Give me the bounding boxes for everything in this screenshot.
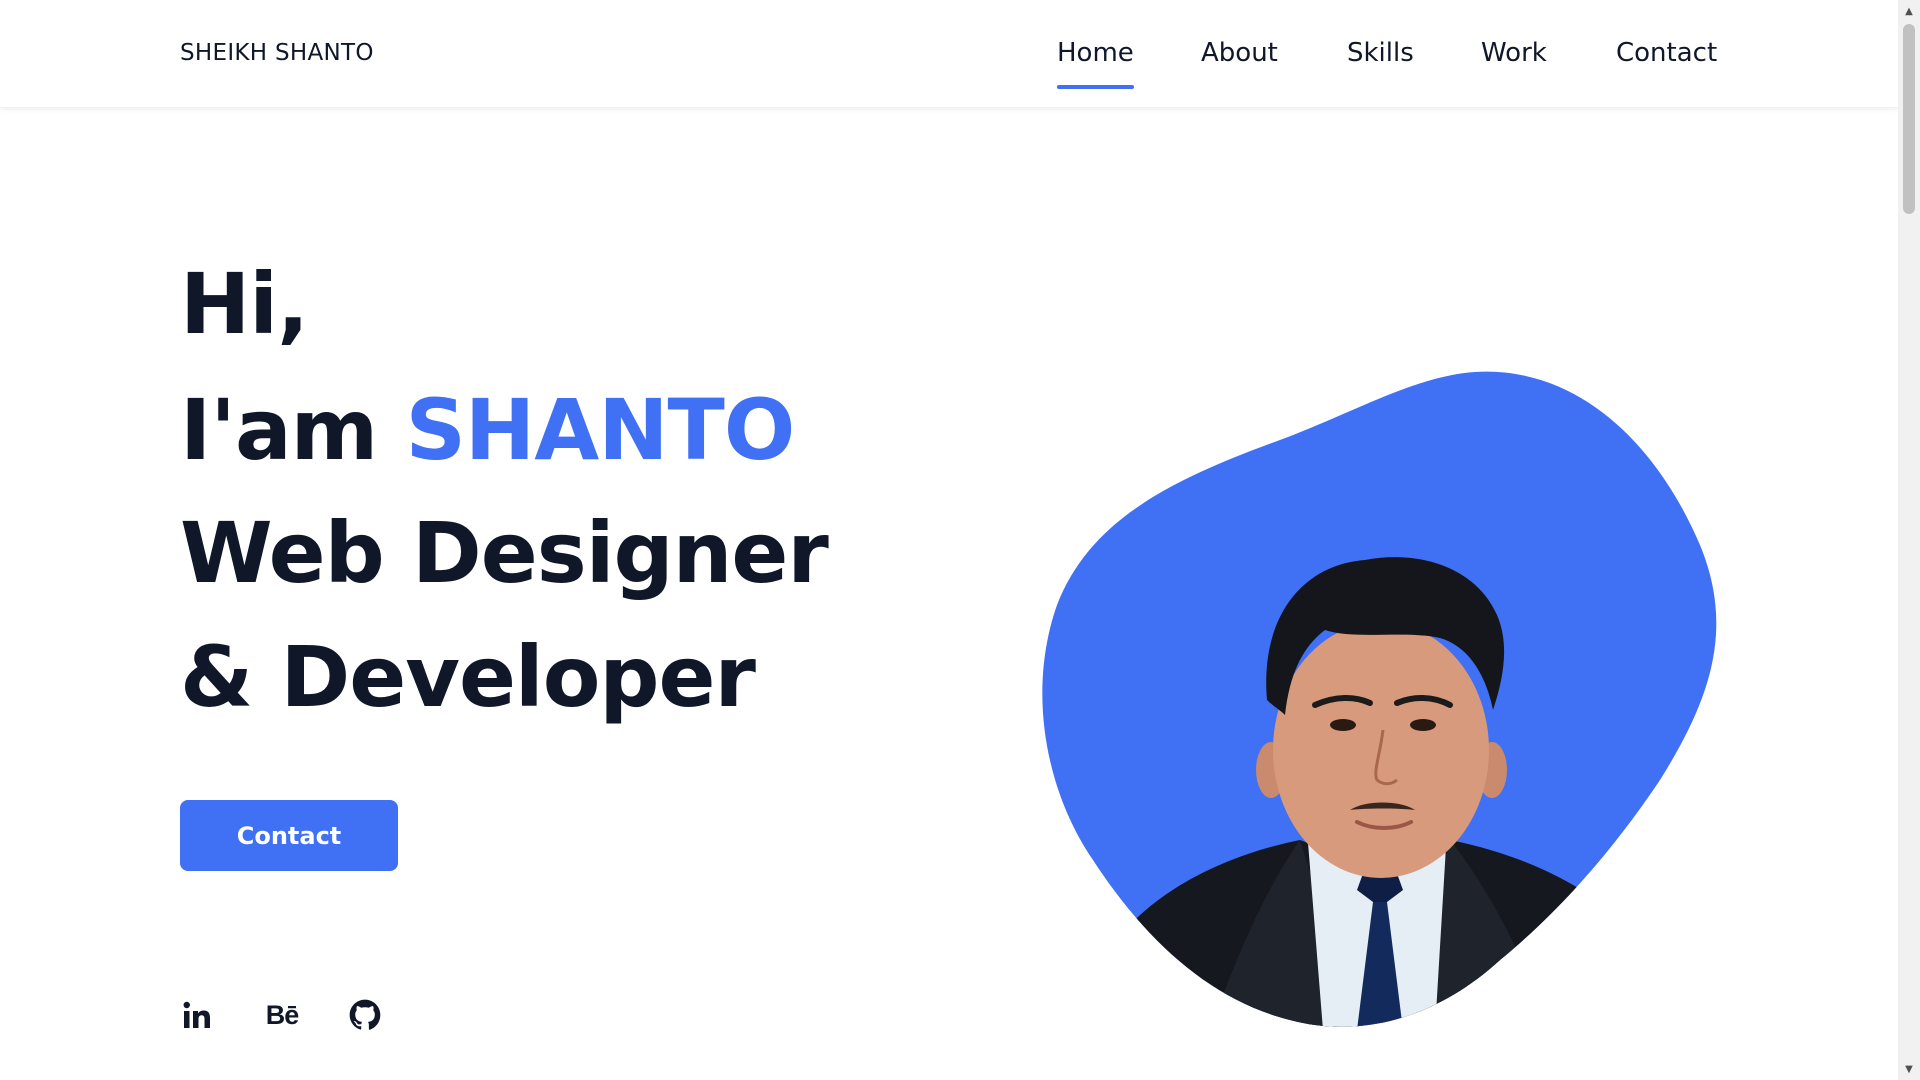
hero-intro: I'am SHANTO [180, 388, 795, 472]
nav-skills[interactable]: Skills [1347, 38, 1414, 68]
linkedin-icon[interactable] [180, 996, 214, 1034]
nav-contact[interactable]: Contact [1616, 38, 1717, 68]
hero-greeting: Hi, [180, 255, 309, 353]
hero-name: SHANTO [405, 381, 795, 479]
behance-icon[interactable]: Bē [262, 996, 302, 1034]
page-scrollbar[interactable]: ▲ ▼ [1898, 0, 1920, 1080]
github-icon[interactable] [348, 996, 382, 1034]
hero-role-2: & Developer [180, 628, 756, 726]
site-header: SHEIKH SHANTO Home About Skills Work Con… [0, 0, 1898, 108]
scroll-down-arrow-icon[interactable]: ▼ [1898, 1058, 1920, 1080]
behance-label: Bē [265, 999, 300, 1030]
nav-work[interactable]: Work [1481, 38, 1547, 68]
hero-intro-prefix: I'am [180, 381, 406, 479]
nav-about[interactable]: About [1201, 38, 1278, 68]
main-nav: Home About Skills Work Contact [0, 38, 1898, 89]
scroll-up-arrow-icon[interactable]: ▲ [1898, 0, 1920, 22]
contact-button[interactable]: Contact [180, 800, 398, 871]
scrollbar-thumb[interactable] [1903, 24, 1915, 214]
nav-home[interactable]: Home [1057, 38, 1134, 89]
profile-portrait [1042, 371, 1717, 1027]
hero-role-1: Web Designer [180, 504, 829, 602]
page: SHEIKH SHANTO Home About Skills Work Con… [0, 0, 1898, 1080]
